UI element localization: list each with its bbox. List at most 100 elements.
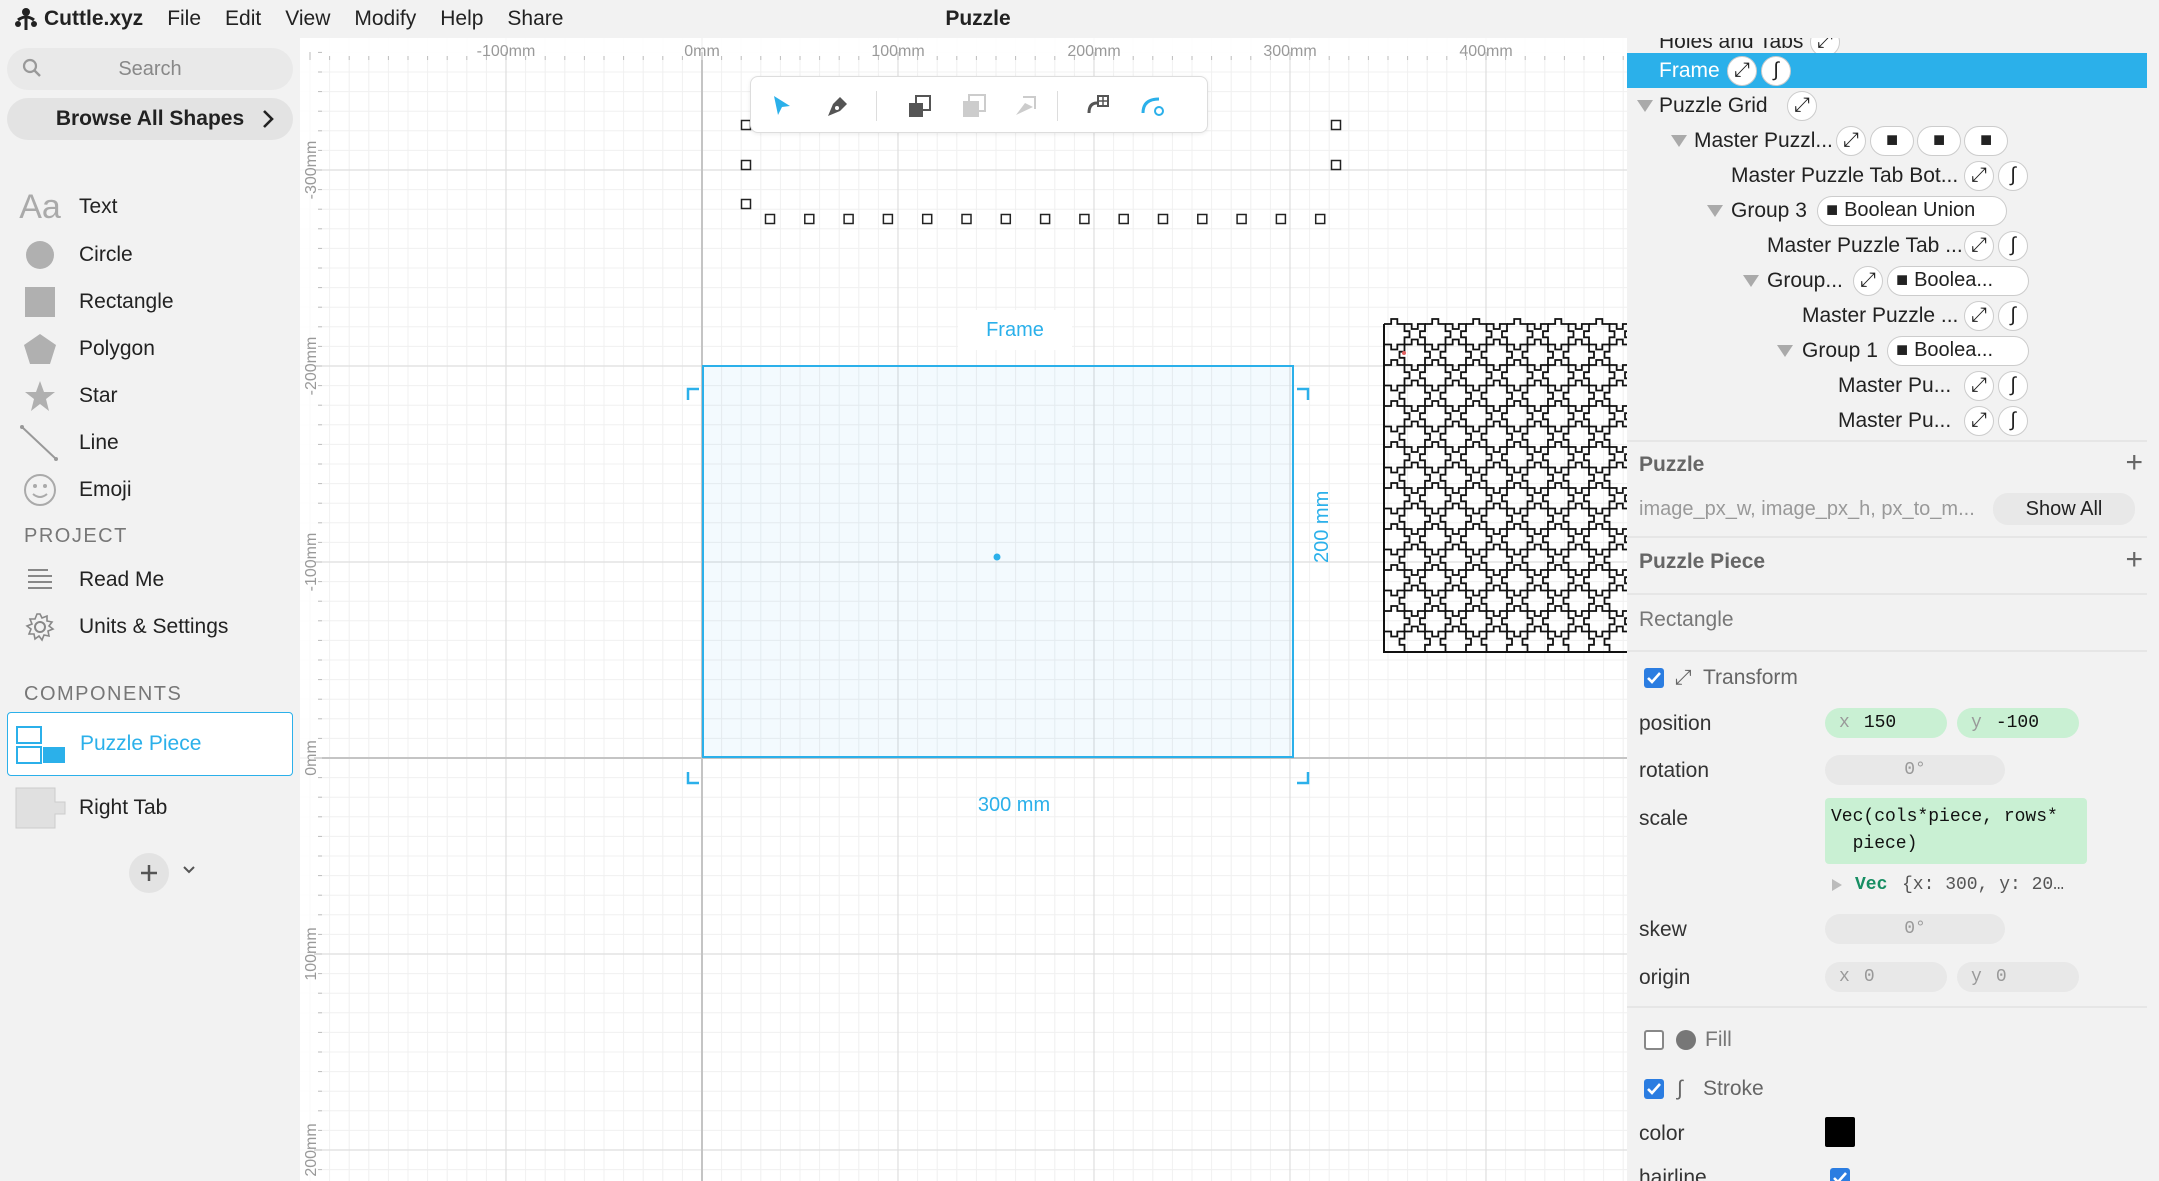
browse-all-shapes-button[interactable]: Browse All Shapes [7, 98, 293, 140]
menu-help[interactable]: Help [440, 7, 483, 31]
stroke-checkbox[interactable] [1644, 1079, 1664, 1099]
selection-handle[interactable] [1157, 213, 1169, 225]
tree-item-master-pu-1[interactable]: Master Pu... ⤢ ∫ [1627, 368, 2147, 403]
snap-geometry-button[interactable] [1135, 89, 1169, 123]
selection-handle[interactable] [1118, 213, 1129, 225]
selection-handle[interactable] [1275, 213, 1287, 225]
position-y-field[interactable]: y -100 [1957, 708, 2079, 738]
selection-handle[interactable] [764, 213, 776, 225]
boolean-badge[interactable]: ■ Boolea... [1887, 335, 2029, 366]
transform-badge-icon[interactable]: ⤢ [1964, 370, 1994, 401]
hairline-checkbox[interactable] [1830, 1168, 1850, 1181]
tree-item-group-3[interactable]: Group 3 ■ Boolean Union [1627, 193, 2147, 228]
scale-expression-field[interactable]: Vec(cols*piece, rows* piece) [1825, 798, 2087, 864]
scale-tool-button[interactable] [957, 89, 991, 123]
shape-star[interactable]: Star [0, 374, 300, 418]
transform-badge-icon[interactable]: ⤢ [1964, 230, 1994, 261]
expand-caret-icon[interactable] [1637, 100, 1653, 112]
origin-x-field[interactable]: x0 [1825, 962, 1947, 992]
transform-badge-icon[interactable]: ⤢ [1964, 300, 1994, 331]
selection-handle[interactable] [740, 159, 752, 171]
stroke-badge-icon[interactable]: ∫ [1998, 370, 2028, 401]
boolean-badge-icon[interactable]: ■ [1917, 125, 1961, 156]
menu-file[interactable]: File [167, 7, 201, 31]
selection-handle[interactable] [921, 213, 933, 225]
tree-item-master-puzzle-tab[interactable]: Master Puzzle Tab ... ⤢ ∫ [1627, 228, 2147, 263]
canvas[interactable]: -100mm 0mm 100mm 200mm 300mm 400mm -300mm -200m… [300, 38, 1627, 1181]
stroke-badge-icon[interactable]: ∫ [1998, 405, 2028, 436]
origin-y-field[interactable]: y0 [1957, 962, 2079, 992]
transform-badge-icon[interactable]: ⤢ [1836, 125, 1866, 156]
transform-badge-icon[interactable]: ⤢ [1964, 405, 1994, 436]
tree-item-group-1[interactable]: Group 1 ■ Boolea... [1627, 333, 2147, 368]
menu-view[interactable]: View [285, 7, 330, 31]
fill-checkbox[interactable] [1644, 1030, 1664, 1050]
repeat-badge-icon[interactable]: ⤢ [1787, 90, 1817, 121]
boolean-badge-icon[interactable]: ■ [1870, 125, 1914, 156]
app-logo[interactable]: Cuttle.xyz [14, 6, 143, 32]
expand-caret-icon[interactable] [1707, 205, 1723, 217]
stroke-badge-icon[interactable]: ∫ [1998, 160, 2028, 191]
chevron-down-icon[interactable] [181, 864, 197, 876]
selection-handle[interactable] [1000, 213, 1012, 225]
component-puzzle-piece[interactable]: Puzzle Piece [7, 712, 293, 776]
selection-handle[interactable] [1314, 213, 1326, 225]
snap-tool-button[interactable] [1081, 89, 1115, 123]
menu-edit[interactable]: Edit [225, 7, 261, 31]
search-input[interactable]: Search [7, 48, 293, 90]
selection-handle[interactable] [843, 213, 854, 225]
select-tool-button[interactable] [765, 89, 799, 123]
pen-tool-button[interactable] [821, 89, 855, 123]
expand-caret-icon[interactable] [1743, 275, 1759, 287]
menu-modify[interactable]: Modify [354, 7, 416, 31]
add-component-button[interactable] [129, 853, 169, 893]
edit-transform-button[interactable] [903, 89, 937, 123]
selection-handle[interactable] [1330, 119, 1342, 131]
selection-handle[interactable] [882, 213, 894, 225]
selection-handle[interactable] [1197, 213, 1208, 225]
shape-text[interactable]: Aa Text [0, 185, 300, 229]
add-parameter-icon[interactable]: + [2125, 543, 2143, 577]
tree-item-group[interactable]: Group... ⤢ ■ Boolea... [1627, 263, 2147, 298]
transform-badge-icon[interactable]: ⤢ [1727, 55, 1757, 86]
stroke-badge-icon[interactable]: ∫ [1761, 55, 1791, 86]
show-all-button[interactable]: Show All [1993, 493, 2135, 525]
tree-item-puzzle-grid[interactable]: Puzzle Grid ⤢ [1627, 88, 2147, 123]
transform-checkbox[interactable] [1644, 668, 1664, 688]
expand-result-icon[interactable] [1831, 878, 1843, 892]
shape-emoji[interactable]: Emoji [0, 468, 300, 512]
stroke-badge-icon[interactable]: ∫ [1998, 300, 2028, 331]
rotation-field[interactable]: 0° [1825, 755, 2005, 785]
project-item-readme[interactable]: Read Me [0, 558, 300, 602]
stroke-color-swatch[interactable] [1825, 1117, 1855, 1147]
tree-item-frame[interactable]: Frame ⤢ ∫ [1627, 53, 2147, 88]
frame-rectangle[interactable] [702, 365, 1294, 758]
selection-handle[interactable] [1236, 213, 1247, 225]
selection-handle[interactable] [740, 198, 752, 210]
expand-caret-icon[interactable] [1777, 345, 1793, 357]
shape-circle[interactable]: Circle [0, 233, 300, 277]
boolean-badge[interactable]: ■ Boolea... [1887, 265, 2029, 296]
transform-badge-icon[interactable]: ⤢ [1964, 160, 1994, 191]
selection-handle[interactable] [961, 213, 972, 225]
menu-share[interactable]: Share [507, 7, 563, 31]
selection-handle[interactable] [1330, 159, 1342, 171]
selection-handle[interactable] [1039, 213, 1051, 225]
tree-item-master-puzzle[interactable]: Master Puzzl... ⤢ ■ ■ ■ [1627, 123, 2147, 158]
position-x-field[interactable]: x 150 [1825, 708, 1947, 738]
transform-badge-icon[interactable]: ⤢ [1853, 265, 1883, 296]
shape-polygon[interactable]: Polygon [0, 327, 300, 371]
boolean-badge-icon[interactable]: ■ [1964, 125, 2008, 156]
component-right-tab[interactable]: Right Tab [7, 776, 293, 840]
add-parameter-icon[interactable]: + [2125, 446, 2143, 480]
tree-item-master-pu-2[interactable]: Master Pu... ⤢ ∫ [1627, 403, 2147, 438]
skew-field[interactable]: 0° [1825, 914, 2005, 944]
boolean-union-badge[interactable]: ■ Boolean Union [1817, 195, 2007, 226]
shape-rectangle[interactable]: Rectangle [0, 280, 300, 324]
stroke-badge-icon[interactable]: ∫ [1998, 230, 2028, 261]
selection-handle[interactable] [1079, 213, 1090, 225]
tree-item-master-puzzle-2[interactable]: Master Puzzle ... ⤢ ∫ [1627, 298, 2147, 333]
rotate-tool-button[interactable] [1009, 89, 1043, 123]
tree-item-master-puzzle-tab-bottom[interactable]: Master Puzzle Tab Bot... ⤢ ∫ [1627, 158, 2147, 193]
expand-caret-icon[interactable] [1671, 135, 1687, 147]
